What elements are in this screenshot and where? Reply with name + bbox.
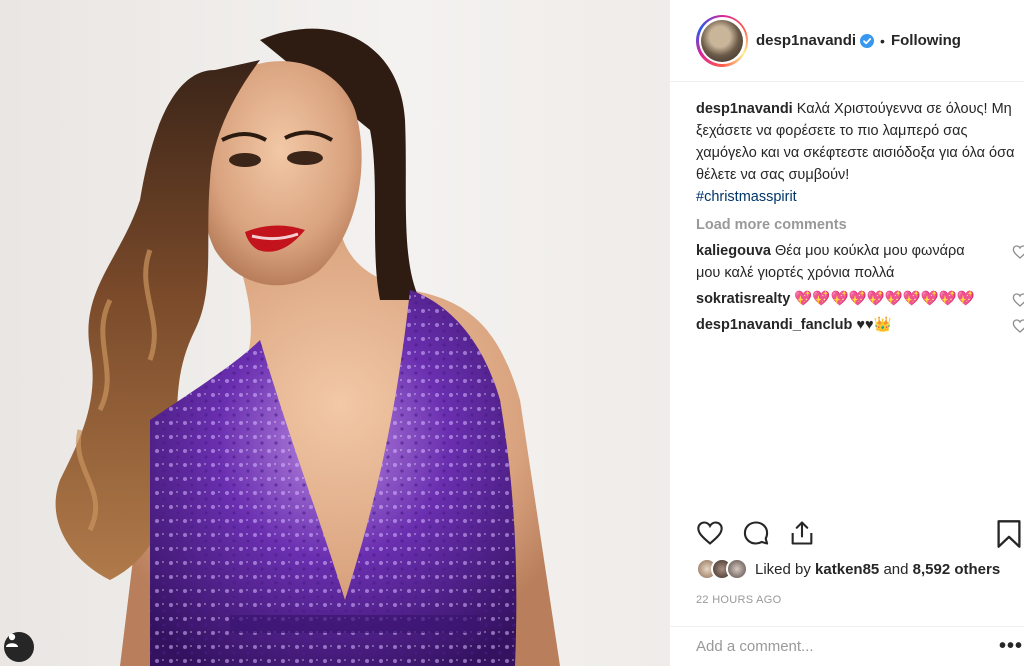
- bookmark-icon[interactable]: [996, 519, 1022, 549]
- author-username[interactable]: desp1navandi: [756, 32, 856, 49]
- post-header: desp1navandi • Following: [670, 0, 1024, 82]
- comments-section: desp1navandi Καλά Χριστούγεννα σε όλους!…: [696, 98, 1024, 336]
- more-options-button[interactable]: •••: [999, 635, 1023, 658]
- instagram-post: desp1navandi • Following desp1navandi Κα…: [0, 0, 1024, 666]
- comment-like-icon[interactable]: [1012, 292, 1024, 308]
- post-timestamp[interactable]: 22 HOURS AGO: [696, 594, 782, 606]
- comment-input[interactable]: [696, 638, 976, 655]
- post-caption: desp1navandi Καλά Χριστούγεννα σε όλους!…: [696, 98, 1018, 208]
- following-button[interactable]: Following: [891, 32, 961, 49]
- user-tag-button[interactable]: [4, 632, 34, 662]
- likes-prefix: Liked by: [755, 560, 811, 578]
- likes-conjunction: and: [883, 560, 909, 578]
- comment-icon[interactable]: [742, 519, 770, 547]
- comment-username[interactable]: kaliegouva: [696, 243, 771, 259]
- caption-hashtag[interactable]: #christmasspirit: [696, 189, 797, 205]
- heart-icon[interactable]: [696, 519, 724, 547]
- verified-badge-icon: [860, 33, 875, 48]
- header-separator: •: [880, 32, 885, 49]
- comment-text: ♥♥👑: [856, 317, 892, 333]
- photo-illustration: [55, 28, 560, 666]
- avatar: [701, 19, 743, 62]
- likes-row: Liked by katken85 and 8,592 others: [696, 558, 1000, 580]
- load-more-comments-button[interactable]: Load more comments: [696, 214, 1018, 236]
- likes-text: Liked by katken85 and 8,592 others: [755, 561, 1000, 578]
- avatar-frame: [698, 17, 746, 64]
- action-bar: [696, 516, 1024, 556]
- story-ring[interactable]: [696, 14, 748, 67]
- add-comment-bar: •••: [670, 626, 1024, 666]
- post-side-panel: desp1navandi • Following desp1navandi Κα…: [669, 0, 1024, 666]
- liked-by-username[interactable]: katken85: [815, 561, 879, 578]
- caption-username[interactable]: desp1navandi: [696, 101, 793, 117]
- comment-like-icon[interactable]: [1012, 318, 1024, 334]
- comment-item: kaliegouva Θέα μου κούκλα μου φωνάρα μου…: [696, 240, 1024, 284]
- likes-others-link[interactable]: 8,592 others: [913, 561, 1001, 578]
- comment-item: desp1navandi_fanclub ♥♥👑: [696, 314, 1024, 336]
- comment-text: 💖💖💖💖💖💖💖💖💖💖: [794, 291, 975, 307]
- comment-username[interactable]: desp1navandi_fanclub: [696, 317, 852, 333]
- post-photo[interactable]: [0, 0, 669, 666]
- liker-avatar: [726, 558, 748, 580]
- comment-item: sokratisrealty 💖💖💖💖💖💖💖💖💖💖: [696, 288, 1024, 310]
- comment-username[interactable]: sokratisrealty: [696, 291, 790, 307]
- share-icon[interactable]: [788, 519, 816, 547]
- comment-like-icon[interactable]: [1012, 244, 1024, 260]
- user-tag-icon: [6, 633, 18, 647]
